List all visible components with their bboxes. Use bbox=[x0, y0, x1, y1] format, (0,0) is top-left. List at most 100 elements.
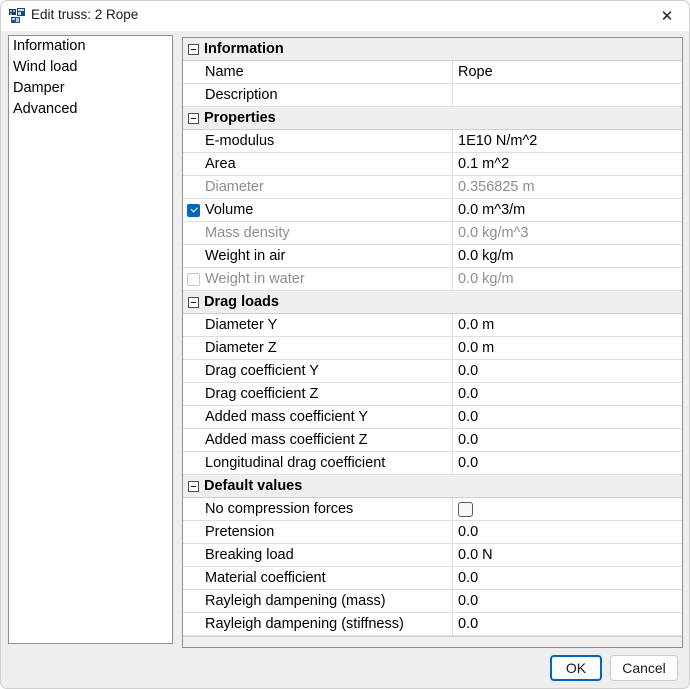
property-label-cell: Material coefficient bbox=[183, 567, 453, 589]
property-row[interactable]: Material coefficient 0.0 bbox=[183, 567, 682, 590]
property-value: 0.0 bbox=[458, 570, 479, 586]
sidebar-item-advanced[interactable]: Advanced bbox=[9, 99, 172, 120]
property-label: Diameter Z bbox=[205, 340, 277, 356]
property-value-cell[interactable]: 1E10 N/m^2 bbox=[453, 130, 682, 152]
property-label-cell: Drag coefficient Z bbox=[183, 383, 453, 405]
property-label-cell: Weight in air bbox=[183, 245, 453, 267]
collapse-minus-icon[interactable] bbox=[188, 296, 199, 308]
property-value-cell[interactable]: 0.0 bbox=[453, 452, 682, 474]
property-group-label: Drag loads bbox=[204, 294, 279, 310]
cancel-button[interactable]: Cancel bbox=[610, 655, 678, 681]
property-row[interactable]: E-modulus 1E10 N/m^2 bbox=[183, 130, 682, 153]
property-label-cell: Breaking load bbox=[183, 544, 453, 566]
property-value: 0.1 m^2 bbox=[458, 156, 510, 172]
property-label: Rayleigh dampening (stiffness) bbox=[205, 616, 404, 632]
property-row[interactable]: Diameter Z 0.0 m bbox=[183, 337, 682, 360]
property-value-cell[interactable]: 0.0 bbox=[453, 613, 682, 635]
sidebar-item-information[interactable]: Information bbox=[9, 36, 172, 57]
sidebar-item-damper[interactable]: Damper bbox=[9, 78, 172, 99]
property-row[interactable]: Rayleigh dampening (stiffness) 0.0 bbox=[183, 613, 682, 636]
property-row[interactable]: Mass density 0.0 kg/m^3 bbox=[183, 222, 682, 245]
checkbox-weight-in-water[interactable] bbox=[187, 272, 200, 286]
property-value-cell[interactable]: 0.0 kg/m^3 bbox=[453, 222, 682, 244]
property-row[interactable]: Longitudinal drag coefficient 0.0 bbox=[183, 452, 682, 475]
property-value-cell[interactable] bbox=[453, 498, 682, 520]
property-value-cell[interactable]: 0.0 kg/m bbox=[453, 268, 682, 290]
property-label-cell: Area bbox=[183, 153, 453, 175]
property-value-cell[interactable]: Rope bbox=[453, 61, 682, 83]
category-list[interactable]: Information Wind load Damper Advanced bbox=[8, 35, 173, 644]
property-value: 0.0 m bbox=[458, 340, 495, 356]
property-label-cell: Volume bbox=[183, 199, 453, 221]
property-grid[interactable]: Information Name Rope Description Properties… bbox=[182, 37, 683, 648]
property-group-header: Drag loads bbox=[183, 291, 682, 313]
property-value-cell[interactable] bbox=[453, 84, 682, 106]
property-value-cell[interactable]: 0.0 bbox=[453, 429, 682, 451]
collapse-minus-icon[interactable] bbox=[188, 480, 199, 492]
sidebar-item-wind-load[interactable]: Wind load bbox=[9, 57, 172, 78]
property-value: 0.0 m bbox=[458, 317, 495, 333]
window-title: Edit truss: 2 Rope bbox=[31, 7, 139, 22]
property-row[interactable]: Drag coefficient Z 0.0 bbox=[183, 383, 682, 406]
property-group-header: Default values bbox=[183, 475, 682, 497]
property-value: 0.0 bbox=[458, 363, 479, 379]
property-value-cell[interactable]: 0.356825 m bbox=[453, 176, 682, 198]
property-row[interactable]: Description bbox=[183, 84, 682, 107]
property-value-cell[interactable]: 0.0 bbox=[453, 521, 682, 543]
property-label: Volume bbox=[205, 202, 254, 218]
property-row[interactable]: Added mass coefficient Y 0.0 bbox=[183, 406, 682, 429]
property-row[interactable]: Added mass coefficient Z 0.0 bbox=[183, 429, 682, 452]
property-row[interactable]: No compression forces bbox=[183, 498, 682, 521]
close-button[interactable]: ✕ bbox=[645, 1, 689, 31]
property-row[interactable]: Area 0.1 m^2 bbox=[183, 153, 682, 176]
property-row[interactable]: Rayleigh dampening (mass) 0.0 bbox=[183, 590, 682, 613]
property-row[interactable]: Breaking load 0.0 N bbox=[183, 544, 682, 567]
property-group-drag-loads[interactable]: Drag loads bbox=[183, 291, 682, 314]
property-label-cell: Description bbox=[183, 84, 453, 106]
property-label: Description bbox=[205, 87, 278, 103]
property-row[interactable]: Name Rope bbox=[183, 61, 682, 84]
property-label-cell: Name bbox=[183, 61, 453, 83]
property-label: Drag coefficient Y bbox=[205, 363, 319, 379]
property-label-cell: Weight in water bbox=[183, 268, 453, 290]
property-label: Weight in air bbox=[205, 248, 286, 264]
property-row[interactable]: Weight in water 0.0 kg/m bbox=[183, 268, 682, 291]
property-label: Material coefficient bbox=[205, 570, 326, 586]
property-label: Added mass coefficient Z bbox=[205, 432, 368, 448]
property-value-cell[interactable]: 0.1 m^2 bbox=[453, 153, 682, 175]
collapse-minus-icon[interactable] bbox=[188, 43, 199, 55]
property-value: 1E10 N/m^2 bbox=[458, 133, 538, 149]
property-value-cell[interactable]: 0.0 bbox=[453, 360, 682, 382]
property-value-cell[interactable]: 0.0 m bbox=[453, 314, 682, 336]
checkbox-volume[interactable] bbox=[187, 203, 200, 217]
property-value-cell[interactable]: 0.0 N bbox=[453, 544, 682, 566]
property-value-cell[interactable]: 0.0 bbox=[453, 567, 682, 589]
property-value: Rope bbox=[458, 64, 493, 80]
property-row[interactable]: Volume 0.0 m^3/m bbox=[183, 199, 682, 222]
property-value-cell[interactable]: 0.0 bbox=[453, 590, 682, 612]
property-row[interactable]: Diameter Y 0.0 m bbox=[183, 314, 682, 337]
property-group-properties[interactable]: Properties bbox=[183, 107, 682, 130]
ok-button[interactable]: OK bbox=[550, 655, 602, 681]
property-row[interactable]: Diameter 0.356825 m bbox=[183, 176, 682, 199]
property-row[interactable]: Pretension 0.0 bbox=[183, 521, 682, 544]
property-group-information[interactable]: Information bbox=[183, 38, 682, 61]
property-label: Drag coefficient Z bbox=[205, 386, 319, 402]
property-value: 0.0 bbox=[458, 616, 479, 632]
property-value-cell[interactable]: 0.0 m^3/m bbox=[453, 199, 682, 221]
dialog-footer: OK Cancel bbox=[1, 648, 689, 688]
property-label: No compression forces bbox=[205, 501, 354, 517]
property-row[interactable]: Weight in air 0.0 kg/m bbox=[183, 245, 682, 268]
property-label-cell: E-modulus bbox=[183, 130, 453, 152]
property-value-cell[interactable]: 0.0 m bbox=[453, 337, 682, 359]
property-value-cell[interactable]: 0.0 kg/m bbox=[453, 245, 682, 267]
collapse-minus-icon[interactable] bbox=[188, 112, 199, 124]
property-value-cell[interactable]: 0.0 bbox=[453, 383, 682, 405]
property-value: 0.0 bbox=[458, 432, 479, 448]
property-value-cell[interactable]: 0.0 bbox=[453, 406, 682, 428]
checkbox-no-compression-forces[interactable] bbox=[458, 501, 473, 517]
property-group-default-values[interactable]: Default values bbox=[183, 475, 682, 498]
property-row[interactable]: Drag coefficient Y 0.0 bbox=[183, 360, 682, 383]
edit-truss-dialog: Edit truss: 2 Rope ✕ Information Wind lo… bbox=[0, 0, 690, 689]
property-value: 0.0 bbox=[458, 455, 479, 471]
